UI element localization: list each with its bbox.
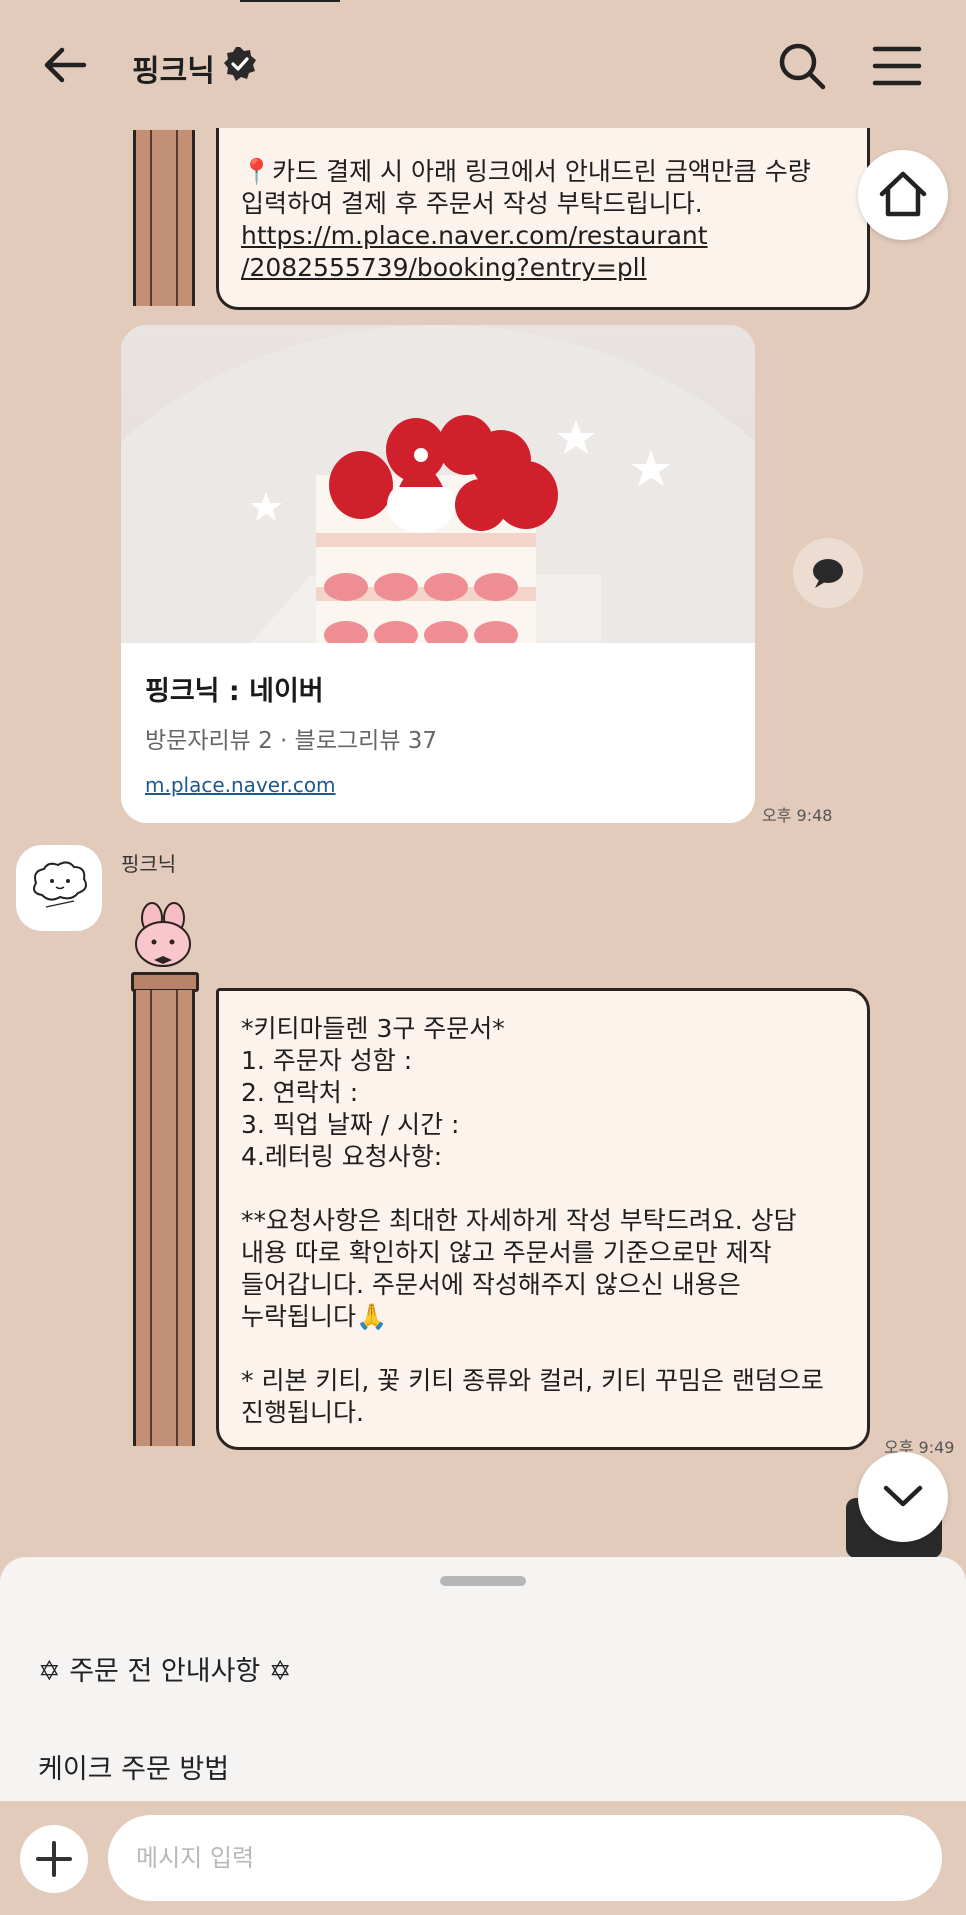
bunny-sticker — [135, 902, 191, 967]
booking-link[interactable]: https://m.place.naver.com/restaurant — [241, 220, 845, 252]
chat-header: 핑크닉 — [0, 0, 966, 130]
search-icon[interactable] — [776, 40, 828, 92]
avatar[interactable] — [16, 845, 102, 931]
chevron-down-icon — [883, 1485, 923, 1507]
decorative-pillar — [133, 130, 195, 306]
message-bubble: 📍카드 결제 시 아래 링크에서 안내드린 금액만큼 수량 입력하여 결제 후 … — [216, 128, 870, 310]
home-button[interactable] — [858, 150, 948, 240]
menu-icon[interactable] — [872, 44, 922, 88]
page-title: 핑크닉 — [132, 54, 215, 89]
strawberry-cake-illustration — [121, 325, 755, 823]
scroll-down-button[interactable] — [858, 1452, 948, 1542]
message-text: 2. 연락처 : — [241, 1078, 359, 1107]
message-text — [241, 1333, 845, 1365]
menu-item-order-notice[interactable]: ✡ 주문 전 안내사항 ✡ — [38, 1649, 291, 1688]
message-input[interactable] — [108, 1815, 942, 1901]
order-form-bubble: *키티마들렌 3구 주문서* 1. 주문자 성함 : 2. 연락처 : 3. 픽… — [216, 988, 870, 1450]
attach-button[interactable] — [20, 1825, 88, 1893]
card-subtitle: 방문자리뷰 2 · 블로그리뷰 37 — [145, 728, 438, 754]
cake-image — [121, 325, 755, 823]
message-text: * 리본 키티, 꽃 키티 종류와 컬러, 키티 꾸밈은 랜덤으로 — [241, 1366, 824, 1395]
back-arrow-icon[interactable] — [40, 40, 90, 90]
message-text: 📍카드 결제 시 아래 링크에서 안내드린 금액만큼 수량 — [241, 157, 811, 186]
message-text: 입력하여 결제 후 주문서 작성 부탁드립니다. — [241, 189, 703, 218]
reply-button[interactable] — [793, 538, 863, 608]
message-text: 들어갑니다. 주문서에 작성해주지 않으신 내용은 — [241, 1270, 741, 1299]
message-text — [241, 1173, 845, 1205]
message-time: 오후 9:48 — [762, 806, 833, 825]
card-link[interactable]: m.place.naver.com — [145, 773, 336, 797]
sheet-drag-handle[interactable] — [440, 1576, 526, 1586]
message-text: 1. 주문자 성함 : — [241, 1046, 413, 1075]
message-input-bar — [0, 1801, 966, 1915]
booking-link[interactable]: /2082555739/booking?entry=pll — [241, 252, 845, 284]
pinknic-logo — [33, 861, 87, 908]
plus-icon — [36, 1841, 72, 1877]
message-text: 3. 픽업 날짜 / 시간 : — [241, 1110, 460, 1139]
message-text: 4.레터링 요청사항: — [241, 1142, 443, 1171]
message-text: 내용 따로 확인하지 않고 주문서를 기준으로만 제작 — [241, 1238, 772, 1267]
pillar-capital — [131, 972, 199, 992]
decorative-pillar — [133, 990, 195, 1446]
sender-name: 핑크닉 — [121, 852, 177, 876]
link-preview-card[interactable]: 핑크닉 : 네이버 방문자리뷰 2 · 블로그리뷰 37 m.place.nav… — [121, 325, 755, 823]
card-title: 핑크닉 : 네이버 — [145, 676, 324, 707]
speech-bubble-icon — [813, 559, 843, 588]
message-text: 진행됩니다. — [241, 1398, 364, 1427]
home-icon — [879, 171, 927, 217]
message-text: *키티마들렌 3구 주문서* — [241, 1014, 505, 1043]
quick-menu-sheet: ✡ 주문 전 안내사항 ✡ 케이크 주문 방법 — [0, 1557, 966, 1801]
message-text: **요청사항은 최대한 자세하게 작성 부탁드려요. 상담 — [241, 1206, 797, 1235]
message-text: 누락됩니다🙏 — [241, 1302, 388, 1331]
verified-badge-icon — [224, 47, 256, 81]
menu-item-cake-order-method[interactable]: 케이크 주문 방법 — [38, 1747, 229, 1786]
